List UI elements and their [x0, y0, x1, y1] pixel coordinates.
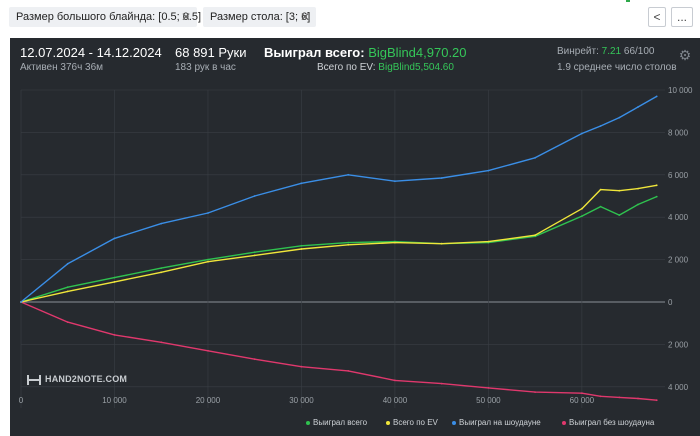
x-tick-label: 30 000 — [289, 396, 314, 405]
data-point — [599, 395, 602, 398]
y-tick-label: 2 000 — [668, 340, 689, 349]
y-tick-label: 4 000 — [668, 383, 689, 392]
legend-label: Выиграл всего — [313, 418, 368, 427]
data-point — [440, 382, 443, 385]
data-point — [113, 276, 116, 279]
legend-label: Выиграл на шоудауне — [459, 418, 541, 427]
legend-dot — [452, 420, 456, 425]
data-point — [440, 242, 443, 245]
legend-dot — [306, 420, 310, 425]
data-point — [347, 241, 350, 244]
data-point — [66, 262, 69, 265]
data-point — [160, 341, 163, 344]
data-point — [207, 260, 209, 263]
hand2note-logo: HAND2NOTE.COM — [27, 374, 127, 385]
data-point — [534, 156, 536, 159]
series-line-non-showdown — [20, 301, 657, 401]
data-point — [347, 243, 350, 246]
data-point — [113, 237, 116, 240]
legend-label: Выиграл без шоудауна — [569, 418, 655, 427]
data-point — [637, 106, 639, 108]
data-point — [207, 349, 209, 352]
data-point — [300, 182, 303, 185]
data-point — [160, 267, 163, 269]
data-point — [113, 334, 116, 336]
data-point — [207, 258, 209, 261]
data-point — [394, 379, 396, 382]
data-point — [253, 254, 256, 257]
x-tick-label: 60 000 — [570, 396, 595, 405]
data-point — [655, 195, 658, 198]
data-point — [300, 365, 303, 368]
data-point — [487, 240, 490, 243]
data-point — [160, 222, 163, 225]
data-point — [618, 116, 621, 119]
data-point — [637, 187, 639, 190]
legend-item-won-total[interactable]: Выиграл всего — [306, 418, 367, 427]
data-point — [66, 286, 69, 289]
data-point — [394, 180, 396, 183]
chart-series — [20, 95, 658, 402]
series-line-won-total — [20, 195, 657, 303]
data-point — [599, 125, 602, 127]
legend-item-non-showdown[interactable]: Выиграл без шоудауна — [562, 418, 654, 427]
data-point — [581, 132, 583, 135]
data-point — [253, 195, 256, 197]
data-point — [655, 184, 658, 187]
chart-grid — [20, 89, 665, 408]
y-tick-label: 8 000 — [668, 128, 689, 137]
data-point — [20, 301, 22, 303]
data-point — [253, 251, 256, 254]
y-tick-label: 6 000 — [668, 171, 689, 180]
legend-label: Всего по EV — [393, 418, 438, 427]
logo-text: HAND2NOTE.COM — [45, 374, 128, 384]
data-point — [487, 169, 490, 172]
data-point — [581, 215, 583, 218]
data-point — [618, 214, 621, 217]
data-point — [599, 188, 602, 191]
data-point — [534, 391, 536, 393]
data-point — [66, 290, 69, 293]
legend-dot — [562, 420, 566, 425]
legend-item-ev[interactable]: Всего по EV — [386, 418, 438, 427]
data-point — [487, 387, 490, 389]
data-point — [637, 203, 639, 206]
data-point — [599, 205, 602, 208]
data-point — [113, 281, 116, 283]
data-point — [66, 321, 69, 323]
data-point — [394, 241, 396, 244]
data-point — [581, 392, 583, 395]
data-point — [655, 95, 658, 98]
data-point — [253, 358, 256, 361]
data-point — [300, 244, 303, 247]
legend-item-showdown[interactable]: Выиграл на шоудауне — [452, 418, 541, 427]
data-point — [618, 189, 621, 192]
line-chart: 4 000 2 000 0 2 000 4 000 6 000 8 000 10 000 0 1… — [19, 86, 693, 408]
data-point — [581, 207, 583, 210]
data-point — [655, 399, 658, 402]
data-point — [207, 212, 209, 214]
y-tick-label: 10 000 — [668, 86, 693, 95]
x-axis: 0 10 000 20 000 30 000 40 000 50 000 60 000 — [19, 396, 595, 405]
data-point — [637, 397, 639, 400]
x-tick-label: 0 — [19, 396, 24, 405]
data-point — [347, 173, 350, 176]
y-tick-label: 0 — [668, 298, 673, 307]
y-axis: 4 000 2 000 0 2 000 4 000 6 000 8 000 10 000 — [668, 86, 693, 392]
data-point — [160, 271, 163, 274]
legend-dot — [386, 420, 390, 425]
series-line-showdown — [20, 95, 658, 303]
data-point — [440, 177, 443, 179]
x-tick-label: 20 000 — [196, 396, 221, 405]
data-point — [534, 234, 536, 237]
data-point — [300, 248, 303, 250]
hand2note-logo-icon — [27, 374, 41, 385]
y-tick-label: 2 000 — [668, 256, 689, 265]
x-tick-label: 10 000 — [102, 396, 127, 405]
data-point — [347, 370, 350, 372]
x-tick-label: 50 000 — [476, 396, 501, 405]
y-tick-label: 4 000 — [668, 213, 689, 222]
x-tick-label: 40 000 — [383, 396, 408, 405]
data-point — [618, 396, 621, 399]
